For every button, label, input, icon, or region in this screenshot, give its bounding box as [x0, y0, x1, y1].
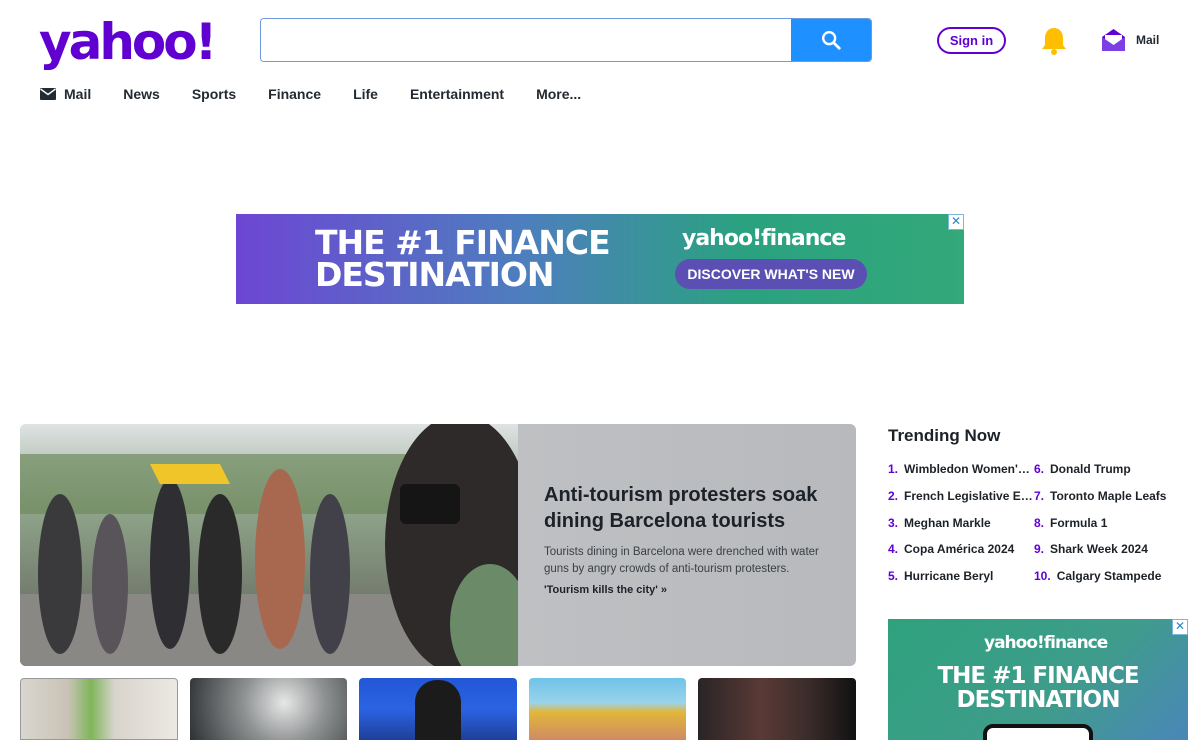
ad-headline-line: DESTINATION	[315, 255, 555, 294]
sign-in-button[interactable]: Sign in	[937, 27, 1006, 54]
mail-link[interactable]: Mail	[1101, 28, 1159, 52]
trending-rank: 4.	[888, 542, 899, 557]
trending-rank: 5.	[888, 569, 899, 584]
search-bar	[260, 18, 872, 62]
yahoo-logo[interactable]: yahoo!	[39, 14, 217, 70]
trending-item[interactable]: 2. French Legislative Ele...	[888, 489, 1034, 516]
trending-item[interactable]: 1. Wimbledon Women's ...	[888, 462, 1034, 489]
nav-item-mail[interactable]: Mail	[40, 86, 91, 102]
trending-label: Calgary Stampede	[1056, 569, 1162, 584]
nav-item-entertainment[interactable]: Entertainment	[410, 86, 504, 102]
bell-icon	[1042, 28, 1066, 55]
ad-cta-button[interactable]: DISCOVER WHAT'S NEW	[675, 259, 867, 289]
phone-graphic	[983, 724, 1093, 740]
trending-item[interactable]: 7. Toronto Maple Leafs	[1034, 489, 1194, 516]
trending-rank: 9.	[1034, 542, 1045, 557]
ad-headline-line: DESTINATION	[956, 687, 1121, 713]
nav-item-label: Finance	[268, 86, 322, 102]
search-button[interactable]	[791, 19, 871, 61]
trending-rank: 8.	[1034, 515, 1045, 530]
trending-rank: 3.	[888, 515, 899, 530]
nav-item-finance[interactable]: Finance	[268, 86, 321, 102]
trending-column: 6. Donald Trump 7. Toronto Maple Leafs 8. F…	[1034, 462, 1194, 596]
story-thumbnail[interactable]	[528, 678, 687, 740]
trending-label: Copa América 2024	[904, 542, 1015, 557]
finance-side-ad[interactable]: yahoo!finance THE #1 FINANCE DESTINATION…	[888, 619, 1188, 740]
story-thumbnail[interactable]	[20, 678, 178, 740]
trending-rank: 7.	[1034, 488, 1045, 503]
trending-rank: 2.	[888, 488, 899, 503]
trending-label: Shark Week 2024	[1050, 542, 1148, 557]
search-input[interactable]	[261, 19, 791, 61]
story-thumbnail[interactable]	[189, 678, 348, 740]
nav-item-more[interactable]: More...	[536, 86, 581, 102]
story-thumbnail[interactable]	[359, 678, 517, 740]
trending-label: Donald Trump	[1050, 462, 1131, 476]
trending-label: Formula 1	[1050, 515, 1108, 530]
ad-brand-logo: yahoo!finance	[984, 633, 1108, 653]
hero-image	[20, 424, 518, 666]
nav-item-label: Entertainment	[409, 86, 505, 102]
main-nav: Mail News Sports Finance Life Entertainm…	[40, 86, 613, 102]
hero-related-link[interactable]: 'Tourism kills the city' »	[544, 584, 844, 596]
ad-headline: THE #1 FINANCE DESTINATION	[315, 226, 611, 294]
trending-label: Hurricane Beryl	[904, 569, 994, 584]
hero-story[interactable]: Anti-tourism protesters soak dining Barc…	[20, 424, 856, 666]
trending-label: Wimbledon Women's ...	[904, 462, 1034, 476]
trending-item[interactable]: 4. Copa América 2024	[888, 542, 1034, 569]
nav-item-label: News	[123, 86, 160, 102]
envelope-icon	[40, 88, 56, 100]
mail-icon	[1102, 29, 1125, 51]
trending-label: French Legislative Ele...	[904, 488, 1034, 503]
notifications-button[interactable]	[1040, 26, 1068, 56]
ad-close-icon[interactable]: ✕	[948, 214, 964, 230]
trending-item[interactable]: 10. Calgary Stampede	[1034, 569, 1194, 596]
hero-title[interactable]: Anti-tourism protesters soak dining Barc…	[544, 482, 844, 534]
ad-close-icon[interactable]: ✕	[1172, 619, 1188, 635]
trending-rank: 10.	[1034, 569, 1051, 584]
trending-label: Toronto Maple Leafs	[1050, 488, 1167, 503]
trending-rank: 1.	[888, 462, 899, 476]
trending-item[interactable]: 6. Donald Trump	[1034, 462, 1194, 489]
nav-item-sports[interactable]: Sports	[192, 86, 236, 102]
search-icon	[822, 31, 841, 50]
nav-item-life[interactable]: Life	[353, 86, 378, 102]
trending-rank: 6.	[1034, 462, 1045, 476]
trending-title: Trending Now	[888, 426, 1001, 445]
story-thumbnail[interactable]	[698, 678, 856, 740]
nav-item-label: More...	[536, 86, 582, 102]
trending-item[interactable]: 9. Shark Week 2024	[1034, 542, 1194, 569]
trending-column: 1. Wimbledon Women's ... 2. French Legisla…	[888, 462, 1034, 596]
ad-headline: THE #1 FINANCE DESTINATION	[933, 664, 1143, 712]
trending-item[interactable]: 5. Hurricane Beryl	[888, 569, 1034, 596]
trending-label: Meghan Markle	[904, 515, 991, 530]
person-silhouette	[415, 680, 461, 740]
story-thumbnails	[20, 678, 856, 740]
ad-headline-line: THE #1 FINANCE	[937, 663, 1139, 689]
trending-item[interactable]: 8. Formula 1	[1034, 516, 1194, 543]
hero-description: Tourists dining in Barcelona were drench…	[544, 546, 819, 575]
nav-item-label: Sports	[191, 86, 237, 102]
hero-text: Anti-tourism protesters soak dining Barc…	[544, 482, 844, 596]
finance-banner-ad[interactable]: THE #1 FINANCE DESTINATION yahoo!finance…	[236, 214, 964, 304]
nav-item-news[interactable]: News	[123, 86, 160, 102]
mail-label: Mail	[1136, 33, 1160, 47]
nav-item-label: Life	[353, 86, 378, 102]
nav-item-label: Mail	[64, 86, 92, 102]
ad-brand-logo: yahoo!finance	[682, 226, 846, 251]
trending-item[interactable]: 3. Meghan Markle	[888, 516, 1034, 543]
